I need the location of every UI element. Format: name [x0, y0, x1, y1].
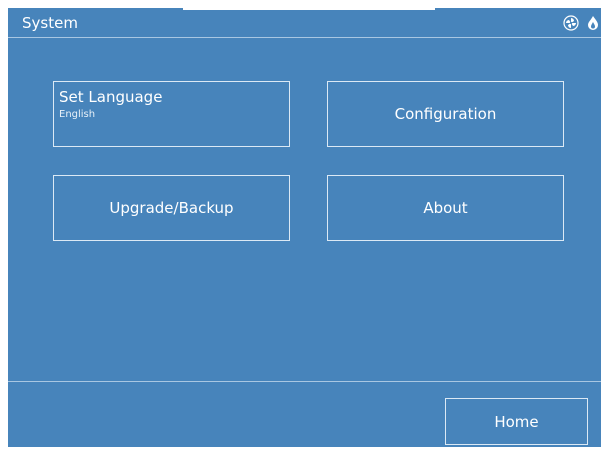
- status-icons: [557, 14, 601, 32]
- current-language-value: English: [59, 109, 96, 120]
- page-title: System: [22, 14, 78, 32]
- about-button[interactable]: About: [327, 175, 564, 241]
- home-label: Home: [494, 412, 539, 431]
- header-bar: System: [8, 8, 601, 38]
- system-screen: System Set Language English Configuratio…: [8, 8, 601, 447]
- footer-divider: [8, 381, 601, 382]
- flame-icon: [585, 15, 601, 31]
- configuration-label: Configuration: [394, 105, 497, 123]
- configuration-button[interactable]: Configuration: [327, 81, 564, 147]
- upgrade-backup-label: Upgrade/Backup: [109, 199, 234, 217]
- upgrade-backup-button[interactable]: Upgrade/Backup: [53, 175, 290, 241]
- fan-icon: [563, 15, 579, 31]
- set-language-label: Set Language: [59, 88, 163, 106]
- about-label: About: [423, 199, 468, 217]
- set-language-button[interactable]: Set Language English: [53, 81, 290, 147]
- home-button[interactable]: Home: [445, 398, 588, 445]
